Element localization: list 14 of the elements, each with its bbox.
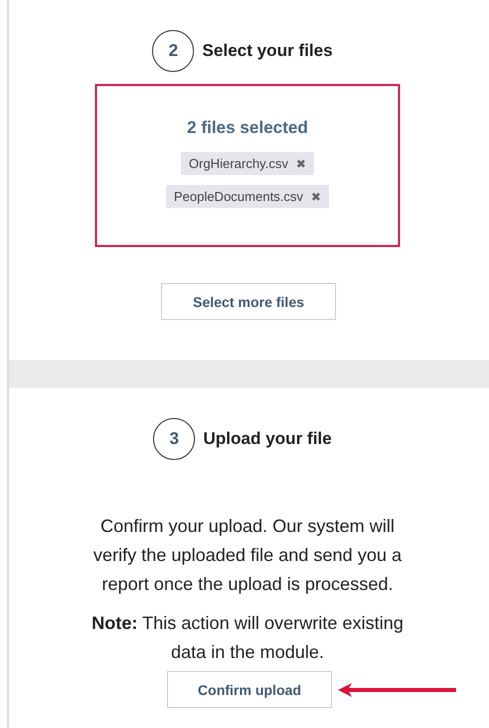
confirm-upload-button[interactable]: Confirm upload	[167, 671, 332, 708]
files-count: 2 files selected	[187, 118, 308, 138]
step-title: Upload your file	[203, 429, 332, 449]
remove-icon[interactable]: ✖	[311, 190, 322, 204]
select-more-button[interactable]: Select more files	[161, 283, 336, 320]
step-number: 3	[153, 418, 196, 460]
note-text: Note: This action will overwrite existing data in the module.	[90, 612, 404, 664]
file-name: PeopleDocuments.csv	[174, 189, 304, 204]
file-name: OrgHierarchy.csv	[188, 156, 288, 171]
step-number: 2	[152, 30, 194, 72]
description: Confirm your upload. Our system will verify the uploaded file and send you a report once the upload is processed.	[92, 515, 403, 596]
step-title: Select your files	[202, 41, 333, 61]
arrow-icon	[338, 682, 456, 696]
remove-icon[interactable]: ✖	[296, 156, 306, 170]
